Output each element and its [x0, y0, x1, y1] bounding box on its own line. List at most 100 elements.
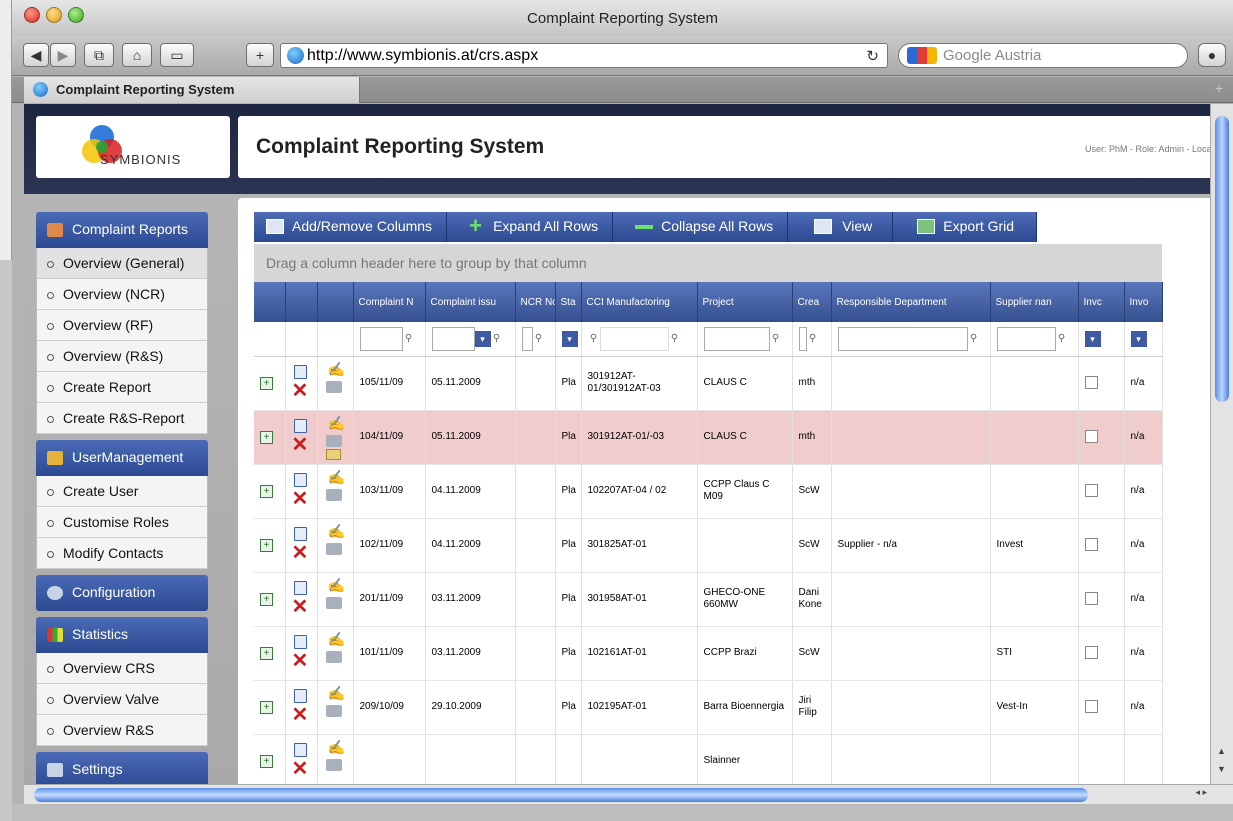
edit-icon[interactable]: ✍: [328, 578, 345, 592]
sidebar-item-overview-rs-stats[interactable]: Overview R&S: [36, 715, 208, 746]
edit-icon[interactable]: ✍: [328, 470, 345, 484]
invoice-checkbox[interactable]: [1084, 700, 1098, 714]
vertical-scroll-thumb[interactable]: [1215, 116, 1229, 402]
filter-input[interactable]: [359, 326, 403, 351]
invoice-checkbox[interactable]: [1084, 592, 1098, 606]
print-icon[interactable]: [325, 542, 342, 555]
filter-icon[interactable]: ⚲: [770, 333, 782, 345]
mail-icon[interactable]: [325, 448, 341, 460]
delete-icon[interactable]: ✕: [292, 543, 309, 563]
expand-row-icon[interactable]: +: [260, 538, 273, 552]
search-field[interactable]: Google Austria: [898, 43, 1188, 68]
sidebar-group-statistics[interactable]: Statistics: [36, 617, 208, 653]
tab-complaint-reporting[interactable]: Complaint Reporting System: [24, 77, 360, 103]
group-by-drop-area[interactable]: Drag a column header here to group by th…: [254, 244, 1162, 282]
filter-input[interactable]: [837, 326, 968, 351]
table-row[interactable]: + ✕ ✍ 102/11/09 04.11.2009 Pla 301825AT-01 ScW S…: [254, 518, 1163, 573]
delete-icon[interactable]: ✕: [292, 435, 309, 455]
back-button[interactable]: ◀: [23, 43, 49, 67]
snapback-button[interactable]: ⧉: [84, 43, 114, 67]
table-row[interactable]: + ✕ ✍ 105/11/09 05.11.2009 Pla 301912AT-01/301…: [254, 356, 1163, 411]
horizontal-scroll-thumb[interactable]: [34, 788, 1088, 802]
scroll-up-icon[interactable]: ▲: [1217, 746, 1226, 756]
edit-icon[interactable]: ✍: [328, 686, 345, 700]
downloads-button[interactable]: ●: [1198, 43, 1226, 67]
col-header-responsible-department[interactable]: Responsible Department: [831, 282, 991, 322]
col-header-supplier-name[interactable]: Supplier nan: [990, 282, 1079, 322]
col-header-status[interactable]: Sta: [555, 282, 582, 322]
logo[interactable]: SYMBIONIS: [36, 116, 230, 178]
invoice-checkbox[interactable]: [1084, 646, 1098, 660]
sidebar-item-create-rs-report[interactable]: Create R&S-Report: [36, 403, 208, 434]
sidebar-item-overview-valve[interactable]: Overview Valve: [36, 684, 208, 715]
invoice-checkbox[interactable]: [1084, 376, 1098, 390]
table-row[interactable]: + ✕ ✍ 104/11/09 05.11.2009 Pla 301912AT-01/-03…: [254, 410, 1163, 465]
sidebar-item-overview-crs[interactable]: Overview CRS: [36, 653, 208, 684]
view-button[interactable]: View: [788, 212, 894, 242]
print-icon[interactable]: [325, 758, 342, 771]
filter-input[interactable]: [521, 326, 533, 351]
table-row[interactable]: + ✕ ✍ 209/10/09 29.10.2009 Pla 102195AT-01 Barr…: [254, 680, 1163, 735]
filter-input[interactable]: [996, 326, 1056, 351]
details-icon[interactable]: [293, 634, 307, 649]
col-header-ncr-no[interactable]: NCR No: [515, 282, 556, 322]
edit-icon[interactable]: ✍: [328, 416, 345, 430]
filter-icon[interactable]: ⚲: [403, 333, 415, 345]
delete-icon[interactable]: ✕: [292, 381, 309, 401]
address-bar[interactable]: http://www.symbionis.at/crs.aspx ↻: [280, 43, 888, 68]
sidebar-group-settings[interactable]: Settings: [36, 752, 208, 784]
reload-icon[interactable]: ↻: [866, 45, 879, 68]
sidebar-item-create-report[interactable]: Create Report: [36, 372, 208, 403]
filter-dropdown-icon[interactable]: ▾: [1130, 330, 1147, 347]
details-icon[interactable]: [293, 742, 307, 757]
new-tab-icon[interactable]: +: [1215, 80, 1223, 96]
invoice-checkbox[interactable]: [1084, 538, 1098, 552]
home-button[interactable]: ⌂: [122, 43, 152, 67]
sidebar-item-create-user[interactable]: Create User: [36, 476, 208, 507]
vertical-scrollbar[interactable]: ▲ ▼: [1210, 104, 1233, 784]
col-header-project[interactable]: Project: [697, 282, 793, 322]
col-header-complaint-issued[interactable]: Complaint issu: [425, 282, 516, 322]
add-remove-columns-button[interactable]: Add/Remove Columns: [254, 212, 448, 242]
table-row[interactable]: + ✕ ✍ 103/11/09 04.11.2009 Pla 102207AT-04 / 0…: [254, 464, 1163, 519]
add-bookmark-button[interactable]: +: [246, 43, 274, 67]
sidebar-item-overview-rs[interactable]: Overview (R&S): [36, 341, 208, 372]
print-icon[interactable]: [325, 488, 342, 501]
expand-row-icon[interactable]: +: [260, 376, 273, 390]
filter-icon[interactable]: ⚲: [1056, 333, 1068, 345]
col-header-cci-manufactoring[interactable]: CCI Manufactoring: [581, 282, 698, 322]
expand-row-icon[interactable]: +: [260, 754, 273, 768]
filter-input[interactable]: [798, 326, 807, 351]
details-icon[interactable]: [293, 526, 307, 541]
filter-icon[interactable]: ⚲: [669, 333, 681, 345]
delete-icon[interactable]: ✕: [292, 489, 309, 509]
table-row[interactable]: + ✕ ✍ Slainner: [254, 734, 1163, 784]
bookmarks-button[interactable]: ▭: [160, 43, 194, 67]
details-icon[interactable]: [293, 688, 307, 703]
filter-icon[interactable]: ⚲: [807, 333, 819, 345]
invoice-checkbox[interactable]: [1084, 430, 1098, 444]
print-icon[interactable]: [325, 704, 342, 717]
expand-all-rows-button[interactable]: + Expand All Rows: [447, 212, 614, 242]
filter-icon[interactable]: ⚲: [968, 333, 980, 345]
table-row[interactable]: + ✕ ✍ 201/11/09 03.11.2009 Pla 301958AT-01 GHEC…: [254, 572, 1163, 627]
expand-row-icon[interactable]: +: [260, 700, 273, 714]
expand-row-icon[interactable]: +: [260, 430, 273, 444]
table-row[interactable]: + ✕ ✍ 101/11/09 03.11.2009 Pla 102161AT-01 CCPP…: [254, 626, 1163, 681]
col-header-invo[interactable]: Invo: [1124, 282, 1163, 322]
details-icon[interactable]: [293, 472, 307, 487]
delete-icon[interactable]: ✕: [292, 759, 309, 779]
edit-icon[interactable]: ✍: [328, 362, 345, 376]
forward-button[interactable]: ▶: [50, 43, 76, 67]
delete-icon[interactable]: ✕: [292, 597, 309, 617]
filter-icon[interactable]: ⚲: [533, 333, 545, 345]
sidebar-item-customise-roles[interactable]: Customise Roles: [36, 507, 208, 538]
col-header-invc[interactable]: Invc: [1078, 282, 1125, 322]
sidebar-item-modify-contacts[interactable]: Modify Contacts: [36, 538, 208, 569]
print-icon[interactable]: [325, 434, 342, 447]
expand-row-icon[interactable]: +: [260, 646, 273, 660]
horizontal-scrollbar[interactable]: ◂ ▸: [24, 784, 1233, 804]
invoice-checkbox[interactable]: [1084, 484, 1098, 498]
export-grid-button[interactable]: Export Grid: [893, 212, 1038, 242]
filter-icon[interactable]: ⚲: [491, 333, 503, 345]
